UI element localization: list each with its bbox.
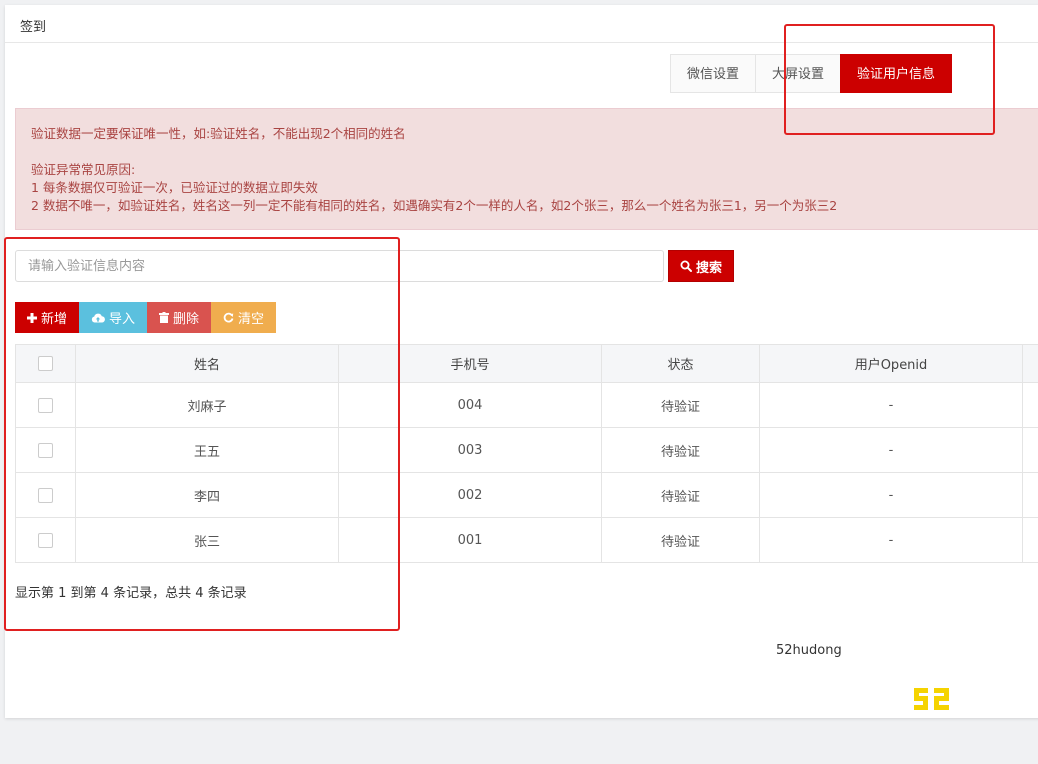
cell-extra: [1022, 517, 1038, 563]
row-checkbox[interactable]: [38, 532, 53, 548]
alert-line-1: 验证数据一定要保证唯一性，如:验证姓名，不能出现2个相同的姓名: [31, 126, 406, 141]
row-checkbox[interactable]: [38, 397, 53, 413]
header-select-all-cell: [15, 344, 76, 383]
table-toolbar: 新增 导入 删除 清空: [15, 302, 277, 333]
table-row[interactable]: 张三 001 待验证 -: [15, 517, 1038, 563]
cell-openid: -: [759, 427, 1023, 473]
header-extra: [1022, 344, 1038, 383]
warning-alert: 验证数据一定要保证唯一性，如:验证姓名，不能出现2个相同的姓名 验证异常常见原因…: [15, 108, 1038, 230]
row-checkbox-cell: [15, 427, 76, 473]
add-button-label: 新增: [41, 312, 68, 327]
import-button-label: 导入: [109, 312, 136, 327]
cell-status: 待验证: [601, 382, 760, 428]
cell-extra: [1022, 427, 1038, 473]
import-button[interactable]: 导入: [79, 302, 148, 333]
cell-name: 李四: [75, 472, 339, 518]
cell-status: 待验证: [601, 517, 760, 563]
cell-name: 张三: [75, 517, 339, 563]
header-openid[interactable]: 用户Openid: [759, 344, 1023, 383]
search-input[interactable]: [15, 250, 664, 282]
row-checkbox-cell: [15, 382, 76, 428]
pagination-summary: 显示第 1 到第 4 条记录，总共 4 条记录: [15, 586, 247, 601]
alert-line-4: 2 数据不唯一，如验证姓名，姓名这一列一定不能有相同的姓名，如遇确实有2个一样的…: [31, 198, 838, 213]
add-button[interactable]: 新增: [15, 302, 80, 333]
search-button[interactable]: 搜索: [668, 250, 734, 282]
delete-button-label: 删除: [173, 312, 200, 327]
alert-line-2: 验证异常常见原因:: [31, 162, 136, 177]
cell-openid: -: [759, 472, 1023, 518]
cell-phone: 001: [338, 517, 602, 563]
search-button-label: 搜索: [695, 260, 722, 276]
clear-button[interactable]: 清空: [211, 302, 277, 333]
row-checkbox[interactable]: [38, 442, 53, 458]
header-phone[interactable]: 手机号: [338, 344, 602, 383]
cell-phone: 004: [338, 382, 602, 428]
table-row[interactable]: 王五 003 待验证 -: [15, 427, 1038, 473]
clear-button-label: 清空: [238, 312, 265, 327]
watermark-logo: [912, 686, 952, 712]
header-name[interactable]: 姓名: [75, 344, 339, 383]
cell-phone: 002: [338, 472, 602, 518]
search-row: 搜索: [15, 250, 734, 282]
settings-tabs: 微信设置 大屏设置 验证用户信息: [670, 54, 953, 93]
cell-openid: -: [759, 382, 1023, 428]
cell-status: 待验证: [601, 427, 760, 473]
cell-extra: [1022, 382, 1038, 428]
alert-line-3: 1 每条数据仅可验证一次，已验证过的数据立即失效: [31, 180, 318, 195]
refresh-icon: [223, 312, 234, 323]
tab-wechat-settings[interactable]: 微信设置: [670, 54, 757, 93]
tab-screen-settings[interactable]: 大屏设置: [755, 54, 842, 93]
table-header-row: 姓名 手机号 状态 用户Openid: [15, 344, 1038, 383]
header-status[interactable]: 状态: [601, 344, 760, 383]
panel-title: 签到: [5, 5, 1038, 43]
trash-icon: [159, 312, 170, 323]
row-checkbox[interactable]: [38, 487, 53, 503]
search-icon: [680, 260, 692, 272]
cell-name: 王五: [75, 427, 339, 473]
row-checkbox-cell: [15, 472, 76, 518]
cell-status: 待验证: [601, 472, 760, 518]
row-checkbox-cell: [15, 517, 76, 563]
cell-openid: -: [759, 517, 1023, 563]
cell-name: 刘麻子: [75, 382, 339, 428]
footer-brand-text: 52hudong: [776, 643, 842, 658]
cell-extra: [1022, 472, 1038, 518]
select-all-checkbox[interactable]: [38, 356, 53, 371]
table-row[interactable]: 刘麻子 004 待验证 -: [15, 382, 1038, 428]
plus-icon: [27, 312, 37, 323]
cell-phone: 003: [338, 427, 602, 473]
tab-verify-user-info[interactable]: 验证用户信息: [840, 54, 953, 93]
table-row[interactable]: 李四 002 待验证 -: [15, 472, 1038, 518]
delete-button[interactable]: 删除: [147, 302, 212, 333]
cloud-upload-icon: [91, 313, 105, 323]
verify-user-table: 姓名 手机号 状态 用户Openid 刘麻子 004 待验证 - 王五 003 …: [15, 344, 1038, 563]
